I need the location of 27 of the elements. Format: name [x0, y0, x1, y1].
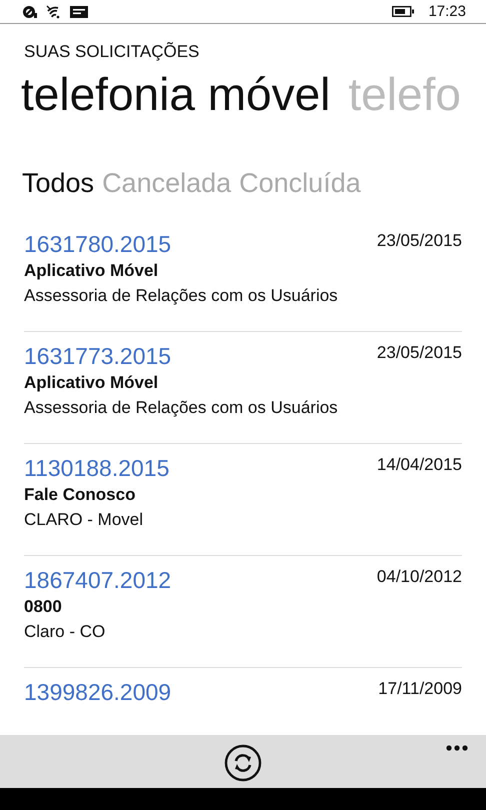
request-department: Assessoria de Relações com os Usuários	[24, 397, 338, 419]
request-date: 17/11/2009	[378, 678, 462, 700]
page-header: SUAS SOLICITAÇÕES	[24, 42, 200, 62]
request-department: Claro - CO	[24, 621, 106, 643]
request-department: CLARO - Movel	[24, 509, 144, 531]
request-number[interactable]: 1631780.2015	[24, 230, 172, 258]
request-channel: Fale Conosco	[24, 484, 136, 506]
clock-time: 17:23	[428, 3, 466, 20]
request-number[interactable]: 1631773.2015	[24, 342, 172, 370]
request-date: 04/10/2012	[376, 566, 462, 588]
more-icon[interactable]	[446, 745, 468, 751]
request-channel: Aplicativo Móvel	[24, 372, 158, 394]
filter-tab[interactable]: Todos	[22, 166, 94, 200]
request-date: 23/05/2015	[376, 342, 462, 364]
request-number[interactable]: 1130188.2015	[24, 454, 170, 482]
request-channel: Aplicativo Móvel	[24, 260, 158, 282]
request-department: Assessoria de Relações com os Usuários	[24, 285, 338, 307]
request-channel: 0800	[24, 596, 62, 618]
refresh-icon[interactable]	[224, 744, 262, 782]
message-icon	[70, 4, 88, 18]
request-date: 14/04/2015	[376, 454, 462, 476]
wifi-icon	[46, 4, 62, 18]
request-number[interactable]: 1399826.2009	[24, 678, 172, 706]
request-date: 23/05/2015	[376, 230, 462, 252]
request-number[interactable]: 1867407.2012	[24, 566, 172, 594]
pivot-tab[interactable]: telefonia móvel	[21, 66, 330, 122]
battery-icon	[392, 6, 414, 17]
